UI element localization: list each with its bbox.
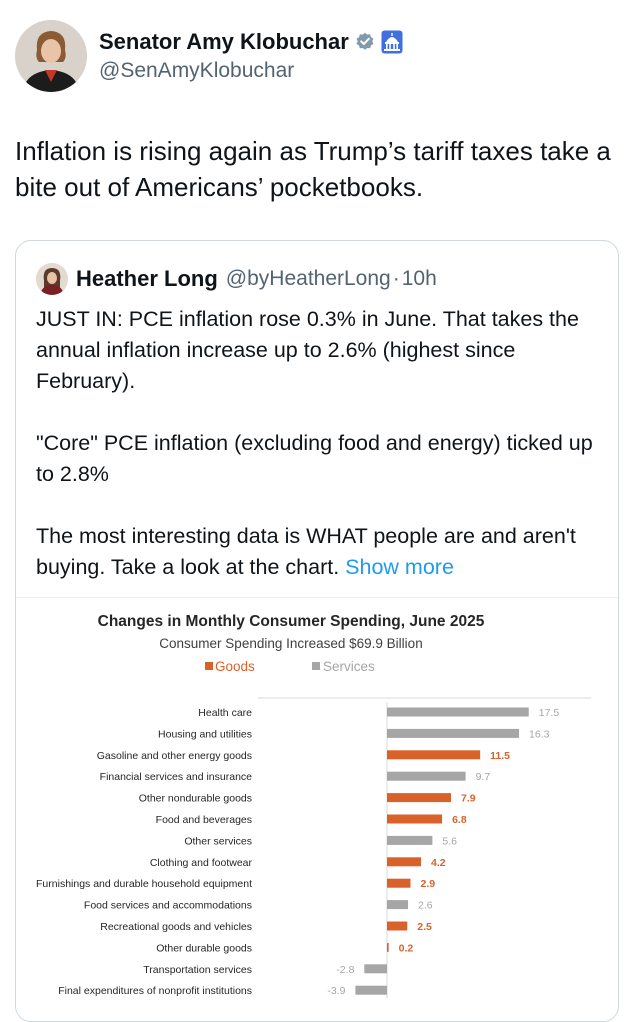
legend-label-goods: Goods	[215, 659, 255, 674]
quoted-paragraph-text: The most interesting data is WHAT people…	[36, 524, 576, 579]
category-label-furnishings-and-durable-household-equipment: Furnishings and durable household equipm…	[36, 878, 252, 890]
quoted-paragraph: "Core" PCE inflation (excluding food and…	[36, 431, 593, 486]
bar-furnishings-and-durable-household-equipment	[387, 878, 411, 888]
category-label-health-care: Health care	[198, 707, 252, 719]
bar-food-and-beverages	[387, 814, 443, 824]
category-label-other-services: Other services	[184, 835, 252, 847]
category-label-housing-and-utilities: Housing and utilities	[158, 728, 252, 740]
spending-chart[interactable]: Changes in Monthly Consumer Spending, Ju…	[16, 597, 618, 1021]
bar-financial-services-and-insurance	[387, 771, 466, 781]
value-label-gasoline-and-other-energy-goods: 11.5	[490, 750, 510, 762]
quoted-author-handle[interactable]: @byHeatherLong	[226, 267, 391, 291]
tweet-text: Inflation is rising again as Trump’s tar…	[15, 136, 611, 202]
value-label-housing-and-utilities: 16.3	[529, 728, 550, 740]
chart-svg: Changes in Monthly Consumer Spending, Ju…	[36, 613, 591, 999]
legend-swatch-services	[312, 662, 320, 670]
category-label-food-and-beverages: Food and beverages	[156, 814, 252, 826]
bar-recreational-goods-and-vehicles	[387, 921, 408, 931]
legend-swatch-goods	[205, 662, 213, 670]
value-label-recreational-goods-and-vehicles: 2.5	[417, 921, 432, 933]
chart-subtitle: Consumer Spending Increased $69.9 Billio…	[159, 636, 422, 651]
value-label-food-and-beverages: 6.8	[452, 814, 467, 826]
quoted-tweet-header: Heather Long @byHeatherLong · 10h	[36, 263, 437, 295]
value-label-other-durable-goods: 0.2	[399, 942, 414, 954]
bar-final-expenditures-of-nonprofit-institutions	[355, 985, 387, 995]
quoted-timestamp[interactable]: 10h	[402, 267, 437, 291]
bar-other-services	[387, 835, 433, 845]
category-label-other-durable-goods: Other durable goods	[156, 942, 252, 954]
bar-gasoline-and-other-energy-goods	[387, 750, 481, 760]
verified-gray-badge-icon[interactable]	[355, 32, 375, 52]
value-label-other-services: 5.6	[442, 835, 457, 847]
bar-food-services-and-accommodations	[387, 900, 409, 910]
category-label-other-nondurable-goods: Other nondurable goods	[139, 793, 252, 805]
category-label-final-expenditures-of-nonprofit-institutions: Final expenditures of nonprofit institut…	[58, 985, 252, 997]
chart-bars: Health care 17.5 Housing and utilities 16.3…	[36, 702, 560, 999]
show-more-link[interactable]: Show more	[345, 555, 454, 579]
bar-housing-and-utilities	[387, 728, 520, 738]
quoted-separator: ·	[392, 267, 400, 290]
quoted-author-avatar[interactable]	[36, 263, 68, 295]
bar-transportation-services	[364, 964, 387, 974]
legend-label-services: Services	[323, 659, 375, 674]
author-name-row: Senator Amy Klobuchar	[99, 29, 403, 55]
chart-title: Changes in Monthly Consumer Spending, Ju…	[98, 613, 485, 630]
quoted-author-avatar-image	[36, 263, 68, 295]
value-label-clothing-and-footwear: 4.2	[431, 857, 446, 869]
quoted-paragraph: The most interesting data is WHAT people…	[36, 521, 606, 583]
value-label-financial-services-and-insurance: 9.7	[476, 771, 491, 783]
capitol-icon[interactable]	[381, 30, 403, 54]
category-label-clothing-and-footwear: Clothing and footwear	[150, 857, 253, 869]
category-label-transportation-services: Transportation services	[143, 964, 252, 976]
author-avatar[interactable]	[15, 20, 87, 92]
bar-other-nondurable-goods	[387, 793, 451, 803]
bar-clothing-and-footwear	[387, 857, 422, 867]
value-label-final-expenditures-of-nonprofit-institutions: -3.9	[327, 985, 345, 997]
quoted-author-name[interactable]: Heather Long	[76, 266, 218, 292]
category-label-food-services-and-accommodations: Food services and accommodations	[84, 900, 252, 912]
category-label-financial-services-and-insurance: Financial services and insurance	[100, 771, 252, 783]
quoted-tweet[interactable]: Heather Long @byHeatherLong · 10h JUST I…	[15, 240, 619, 1022]
author-name[interactable]: Senator Amy Klobuchar	[99, 29, 349, 55]
bar-other-durable-goods	[387, 942, 389, 952]
quoted-tweet-text: JUST IN: PCE inflation rose 0.3% in June…	[36, 304, 606, 583]
author-handle[interactable]: @SenAmyKlobuchar	[99, 59, 294, 83]
value-label-food-services-and-accommodations: 2.6	[418, 900, 433, 912]
value-label-furnishings-and-durable-household-equipment: 2.9	[420, 878, 435, 890]
value-label-transportation-services: -2.8	[336, 964, 354, 976]
author-avatar-image	[15, 20, 87, 92]
category-label-gasoline-and-other-energy-goods: Gasoline and other energy goods	[97, 750, 252, 762]
quoted-paragraph: JUST IN: PCE inflation rose 0.3% in June…	[36, 307, 579, 393]
chart-legend: Goods Services	[205, 659, 375, 674]
value-label-health-care: 17.5	[539, 707, 560, 719]
category-label-recreational-goods-and-vehicles: Recreational goods and vehicles	[100, 921, 252, 933]
bar-health-care	[387, 707, 529, 717]
value-label-other-nondurable-goods: 7.9	[461, 793, 476, 805]
